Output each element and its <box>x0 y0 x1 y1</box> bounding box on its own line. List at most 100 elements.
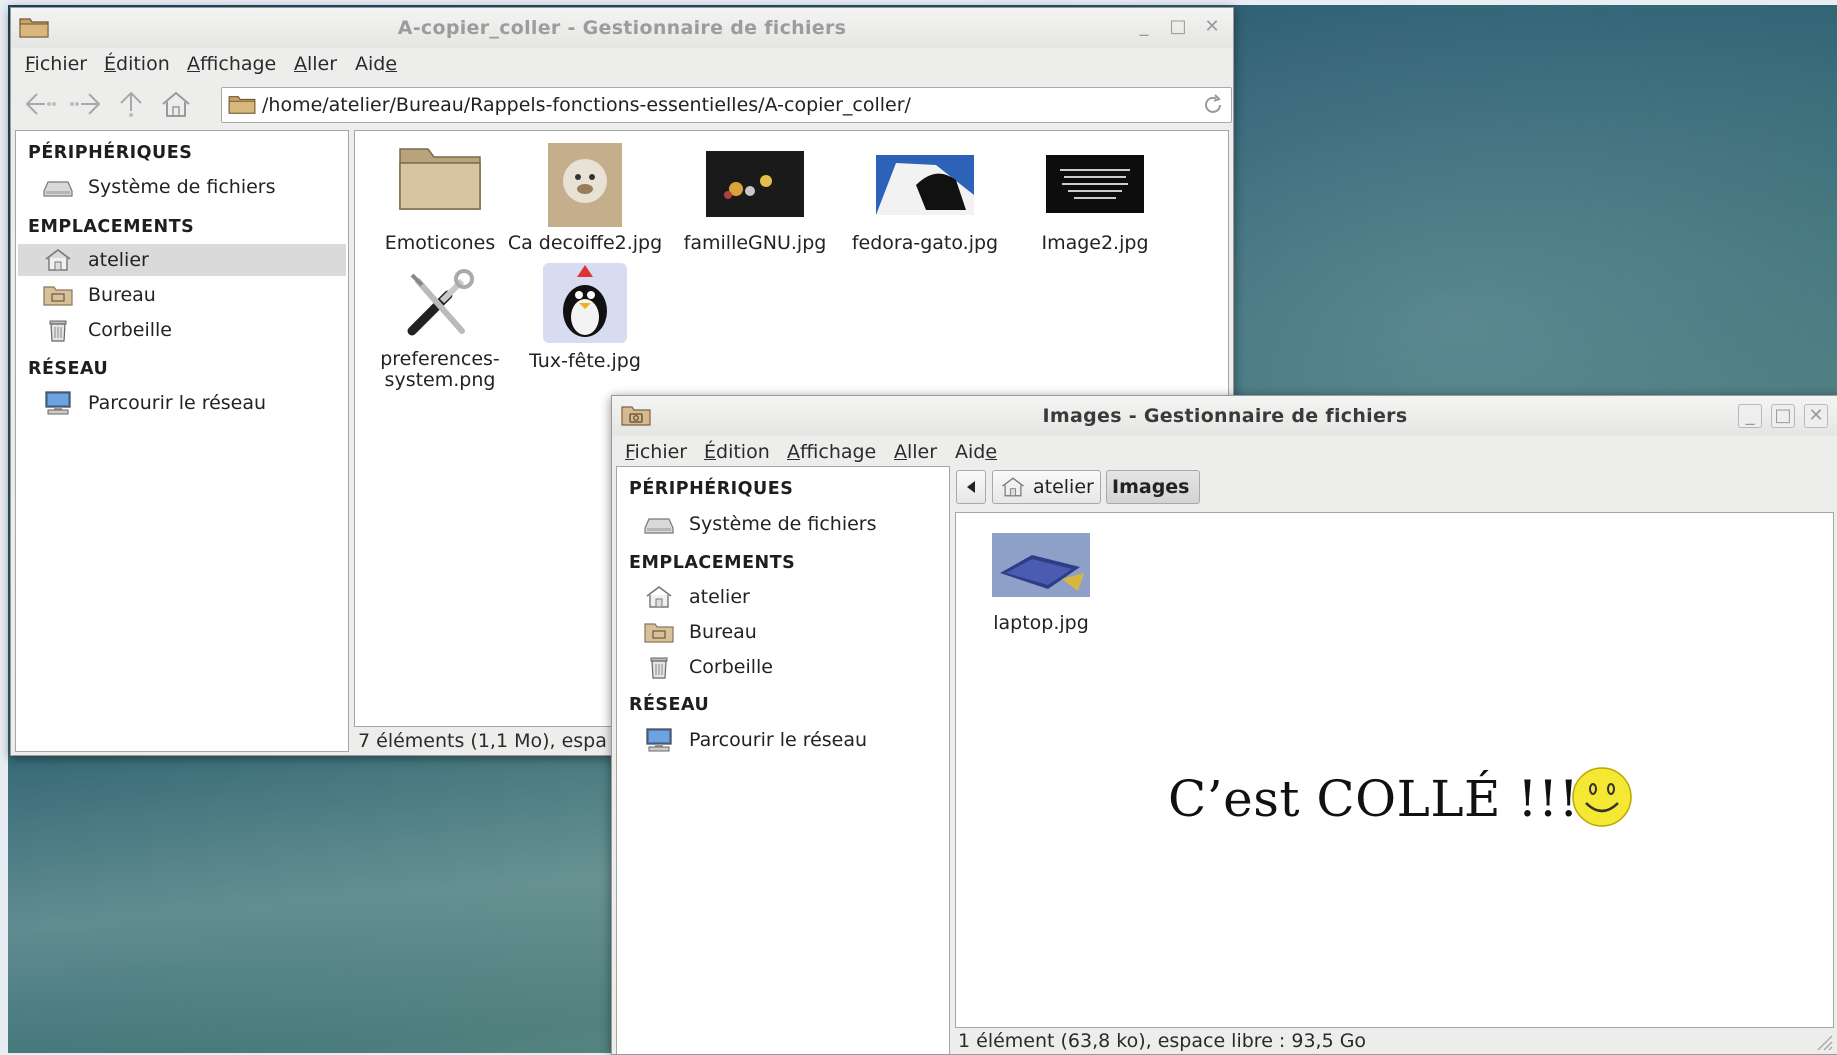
file-name: familleGNU.jpg <box>683 232 827 254</box>
tools-icon <box>407 269 474 336</box>
file-item-image2[interactable]: Image2.jpg <box>1010 143 1180 254</box>
home-icon[interactable] <box>159 89 193 119</box>
chevron-left-icon <box>967 481 975 493</box>
breadcrumb-label: atelier <box>1033 476 1094 498</box>
file-name: laptop.jpg <box>993 612 1089 634</box>
image-thumbnail <box>548 143 622 227</box>
sidebar-item-bureau[interactable]: Bureau <box>18 279 346 311</box>
sidebar-section-reseau: RÉSEAU <box>629 695 710 715</box>
location-bar[interactable]: /home/atelier/Bureau/Rappels-fonctions-e… <box>221 87 1232 123</box>
sidebar-section-reseau: RÉSEAU <box>28 359 109 379</box>
file-item-ca-decoiffe2[interactable]: Ca decoiffe2.jpg <box>500 143 670 254</box>
sidebar-item-label: Bureau <box>689 621 757 643</box>
sidebar-item-label: Parcourir le réseau <box>689 729 868 751</box>
file-item-famillegnu[interactable]: familleGNU.jpg <box>670 143 840 254</box>
image-thumbnail <box>706 151 804 217</box>
maximize-icon[interactable]: □ <box>1771 404 1795 428</box>
window-titlebar[interactable]: A-copier_coller - Gestionnaire de fichie… <box>11 8 1233 48</box>
desktop-folder-icon <box>42 283 74 307</box>
window-title: A-copier_coller - Gestionnaire de fichie… <box>397 17 847 39</box>
file-item-laptop[interactable]: laptop.jpg <box>956 533 1126 643</box>
sidebar-item-label: Système de fichiers <box>689 513 877 535</box>
drive-icon <box>42 175 74 199</box>
file-item-fedora-gato[interactable]: fedora-gato.jpg <box>840 143 1010 254</box>
breadcrumb: atelier Images <box>956 470 1836 504</box>
sidebar-item-systeme-de-fichiers[interactable]: Système de fichiers <box>619 508 947 540</box>
drive-icon <box>643 512 675 536</box>
image-thumbnail <box>876 155 974 215</box>
menu-edition[interactable]: Édition <box>104 53 170 75</box>
sidebar-item-label: Bureau <box>88 284 156 306</box>
home-folder-icon <box>643 585 675 609</box>
home-folder-icon <box>999 476 1027 498</box>
sidebar-item-systeme-de-fichiers[interactable]: Système de fichiers <box>18 171 346 203</box>
file-name: Tux-fête.jpg <box>529 350 641 372</box>
resize-grip-icon[interactable] <box>1812 1030 1834 1052</box>
menubar: Fichier Édition Affichage Aller Aide <box>11 50 1233 80</box>
menu-aller[interactable]: Aller <box>294 53 337 75</box>
menu-affichage[interactable]: Affichage <box>187 53 276 75</box>
status-bar: 1 élément (63,8 ko), espace libre : 93,5… <box>958 1030 1367 1052</box>
sidebar-item-corbeille[interactable]: Corbeille <box>619 651 947 683</box>
sidebar-item-label: Corbeille <box>689 656 773 678</box>
smiley-icon <box>1572 767 1632 827</box>
sidebar-item-label: Parcourir le réseau <box>88 392 267 414</box>
sidebar-item-parcourir-le-reseau[interactable]: Parcourir le réseau <box>18 387 346 419</box>
desktop-folder-icon <box>643 620 675 644</box>
back-arrow-icon[interactable] <box>23 89 57 119</box>
network-icon <box>42 391 74 415</box>
trash-icon <box>643 655 675 679</box>
close-icon[interactable]: ✕ <box>1804 404 1828 428</box>
breadcrumb-images[interactable]: Images <box>1106 470 1200 504</box>
menu-aide[interactable]: Aide <box>355 53 397 75</box>
sidebar-item-label: Système de fichiers <box>88 176 276 198</box>
sidebar-section-emplacements: EMPLACEMENTS <box>629 553 796 573</box>
folder-icon <box>228 93 256 115</box>
window-titlebar[interactable]: Images - Gestionnaire de fichiers _ □ ✕ <box>612 396 1837 436</box>
trash-icon <box>42 318 74 342</box>
pasted-annotation: C’est COLLÉ !!! <box>1168 770 1580 828</box>
breadcrumb-label: Images <box>1112 476 1190 498</box>
up-arrow-icon[interactable] <box>114 89 148 119</box>
status-bar: 7 éléments (1,1 Mo), espa <box>358 730 607 752</box>
network-icon <box>643 728 675 752</box>
sidebar-item-atelier[interactable]: atelier <box>619 581 947 613</box>
breadcrumb-atelier[interactable]: atelier <box>992 470 1101 504</box>
sidebar-section-emplacements: EMPLACEMENTS <box>28 217 195 237</box>
breadcrumb-back-button[interactable] <box>956 470 986 504</box>
menu-aller[interactable]: Aller <box>894 441 937 463</box>
menu-aide[interactable]: Aide <box>955 441 997 463</box>
file-name: Ca decoiffe2.jpg <box>507 232 663 254</box>
home-folder-icon <box>42 248 74 272</box>
sidebar-section-peripheriques: PÉRIPHÉRIQUES <box>28 143 193 163</box>
sidebar: PÉRIPHÉRIQUES Système de fichiers EMPLAC… <box>616 466 950 1054</box>
menubar: Fichier Édition Affichage Aller Aide <box>612 438 1837 468</box>
image-thumbnail <box>992 533 1090 597</box>
sidebar-item-label: atelier <box>689 586 750 608</box>
maximize-icon[interactable]: □ <box>1167 16 1189 38</box>
sidebar: PÉRIPHÉRIQUES Système de fichiers EMPLAC… <box>15 130 349 752</box>
menu-fichier[interactable]: Fichier <box>25 53 87 75</box>
sidebar-item-corbeille[interactable]: Corbeille <box>18 314 346 346</box>
folder-icon <box>399 148 481 210</box>
menu-fichier[interactable]: Fichier <box>625 441 687 463</box>
sidebar-item-label: Corbeille <box>88 319 172 341</box>
minimize-icon[interactable]: _ <box>1738 404 1762 428</box>
refresh-icon[interactable] <box>1201 93 1225 117</box>
sidebar-section-peripheriques: PÉRIPHÉRIQUES <box>629 479 794 499</box>
file-name: fedora-gato.jpg <box>851 232 999 254</box>
minimize-icon[interactable]: _ <box>1133 16 1155 38</box>
sidebar-item-parcourir-le-reseau[interactable]: Parcourir le réseau <box>619 724 947 756</box>
location-path: /home/atelier/Bureau/Rappels-fonctions-e… <box>262 94 911 116</box>
sidebar-item-bureau[interactable]: Bureau <box>619 616 947 648</box>
file-item-tux-fete[interactable]: Tux-fête.jpg <box>500 263 670 379</box>
forward-arrow-icon[interactable] <box>69 89 103 119</box>
image-thumbnail <box>1046 155 1144 213</box>
image-thumbnail <box>543 263 627 343</box>
menu-affichage[interactable]: Affichage <box>787 441 876 463</box>
menu-edition[interactable]: Édition <box>704 441 770 463</box>
close-icon[interactable]: ✕ <box>1201 16 1223 38</box>
file-name: Image2.jpg <box>1041 232 1149 254</box>
sidebar-item-label: atelier <box>88 249 149 271</box>
sidebar-item-atelier[interactable]: atelier <box>18 244 346 276</box>
